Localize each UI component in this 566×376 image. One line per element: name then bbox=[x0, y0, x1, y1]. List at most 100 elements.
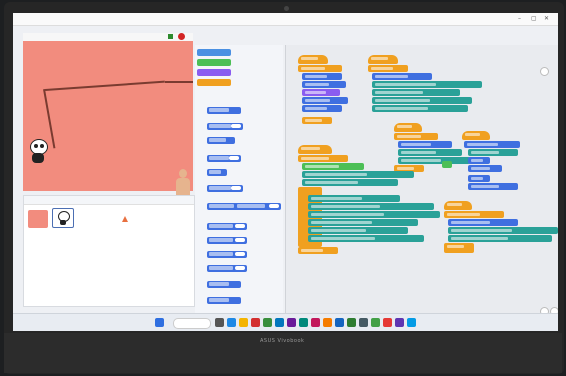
palette-block[interactable] bbox=[207, 169, 227, 176]
code-block[interactable] bbox=[398, 149, 462, 156]
palette-block[interactable] bbox=[207, 251, 247, 258]
app-icon[interactable] bbox=[287, 318, 296, 327]
code-block[interactable] bbox=[302, 89, 340, 96]
pen-line bbox=[45, 80, 165, 91]
block-palette bbox=[195, 45, 283, 313]
sprite-panel bbox=[23, 195, 195, 307]
webcam-dot bbox=[284, 6, 289, 11]
code-block[interactable] bbox=[298, 155, 348, 162]
palette-block[interactable] bbox=[207, 137, 235, 144]
code-block[interactable] bbox=[302, 117, 332, 124]
code-block[interactable] bbox=[302, 81, 346, 88]
palette-block[interactable] bbox=[207, 185, 243, 192]
code-block[interactable] bbox=[398, 157, 470, 164]
code-block[interactable] bbox=[302, 73, 342, 80]
code-block[interactable] bbox=[298, 247, 338, 254]
hat-block[interactable] bbox=[462, 131, 490, 140]
palette-block[interactable] bbox=[207, 237, 247, 244]
app-icon[interactable] bbox=[263, 318, 272, 327]
code-block[interactable] bbox=[302, 105, 342, 112]
code-block[interactable] bbox=[444, 243, 474, 253]
code-block[interactable] bbox=[372, 73, 432, 80]
app-icon[interactable] bbox=[251, 318, 260, 327]
taskbar-search[interactable] bbox=[173, 318, 211, 329]
code-block[interactable] bbox=[302, 179, 398, 186]
code-block[interactable] bbox=[468, 149, 518, 156]
code-block[interactable] bbox=[368, 65, 408, 72]
code-block[interactable] bbox=[302, 97, 348, 104]
hat-block[interactable] bbox=[368, 55, 398, 64]
code-block[interactable] bbox=[372, 105, 468, 112]
code-block[interactable] bbox=[448, 219, 518, 226]
app-icon[interactable] bbox=[335, 318, 344, 327]
taskview-icon[interactable] bbox=[215, 318, 224, 327]
hat-block[interactable] bbox=[444, 201, 472, 210]
code-block[interactable] bbox=[372, 89, 460, 96]
palette-block[interactable] bbox=[207, 297, 241, 304]
palette-tabs bbox=[195, 33, 287, 43]
stage-canvas[interactable] bbox=[23, 41, 193, 206]
code-block[interactable] bbox=[468, 175, 490, 182]
code-block[interactable] bbox=[308, 195, 400, 202]
code-block[interactable] bbox=[468, 183, 518, 190]
folder-icon[interactable] bbox=[239, 318, 248, 327]
palette-block[interactable] bbox=[207, 123, 243, 130]
panda-sprite[interactable] bbox=[27, 139, 49, 163]
app-icon[interactable] bbox=[311, 318, 320, 327]
app-icon[interactable] bbox=[359, 318, 368, 327]
app-icon[interactable] bbox=[275, 318, 284, 327]
palette-block[interactable] bbox=[207, 265, 247, 272]
laptop-screen: – ▢ ✕ bbox=[13, 13, 558, 331]
code-block[interactable] bbox=[442, 161, 452, 168]
app-icon[interactable] bbox=[323, 318, 332, 327]
code-workspace[interactable] bbox=[285, 45, 558, 316]
hat-block[interactable] bbox=[298, 55, 328, 64]
code-block[interactable] bbox=[448, 227, 558, 234]
code-block[interactable] bbox=[308, 219, 418, 226]
code-block[interactable] bbox=[398, 141, 452, 148]
hat-block[interactable] bbox=[298, 145, 332, 154]
stop-icon[interactable] bbox=[178, 33, 185, 40]
code-block[interactable] bbox=[308, 235, 424, 242]
stage-toolbar bbox=[23, 33, 193, 41]
app-icon[interactable] bbox=[395, 318, 404, 327]
palette-block[interactable] bbox=[235, 203, 281, 210]
palette-block[interactable] bbox=[207, 223, 247, 230]
code-block[interactable] bbox=[308, 227, 408, 234]
palette-block[interactable] bbox=[207, 281, 241, 288]
app-icon[interactable] bbox=[347, 318, 356, 327]
code-block[interactable] bbox=[302, 171, 414, 178]
sprite-panel-header bbox=[24, 196, 194, 205]
code-block[interactable] bbox=[298, 65, 342, 72]
close-button[interactable]: ✕ bbox=[544, 15, 549, 22]
minimize-button[interactable]: – bbox=[518, 15, 521, 22]
code-block[interactable] bbox=[372, 81, 482, 88]
code-block[interactable] bbox=[302, 163, 364, 170]
code-block[interactable] bbox=[468, 157, 490, 164]
palette-block[interactable] bbox=[207, 107, 241, 114]
app-icon[interactable] bbox=[371, 318, 380, 327]
maximize-button[interactable]: ▢ bbox=[531, 15, 537, 22]
hat-block[interactable] bbox=[394, 123, 422, 132]
window-titlebar: – ▢ ✕ bbox=[13, 13, 558, 26]
app-icon[interactable] bbox=[299, 318, 308, 327]
code-block[interactable] bbox=[308, 203, 434, 210]
stage-thumbnail[interactable] bbox=[28, 210, 48, 228]
windows-start-icon[interactable] bbox=[155, 318, 164, 327]
code-block[interactable] bbox=[308, 211, 440, 218]
green-flag-icon[interactable] bbox=[168, 34, 173, 39]
code-block[interactable] bbox=[464, 141, 520, 148]
zoom-in-icon[interactable] bbox=[540, 67, 549, 76]
code-block[interactable] bbox=[394, 133, 438, 140]
edge-icon[interactable] bbox=[227, 318, 236, 327]
app-icon[interactable] bbox=[407, 318, 416, 327]
panda-sprite-thumbnail[interactable] bbox=[52, 208, 74, 228]
code-block[interactable] bbox=[444, 211, 504, 218]
palette-block[interactable] bbox=[207, 155, 241, 162]
code-block[interactable] bbox=[468, 165, 502, 172]
windows-taskbar bbox=[13, 313, 558, 331]
code-block[interactable] bbox=[372, 97, 472, 104]
sprite-marker-icon bbox=[122, 216, 128, 222]
code-block[interactable] bbox=[448, 235, 552, 242]
app-icon[interactable] bbox=[383, 318, 392, 327]
